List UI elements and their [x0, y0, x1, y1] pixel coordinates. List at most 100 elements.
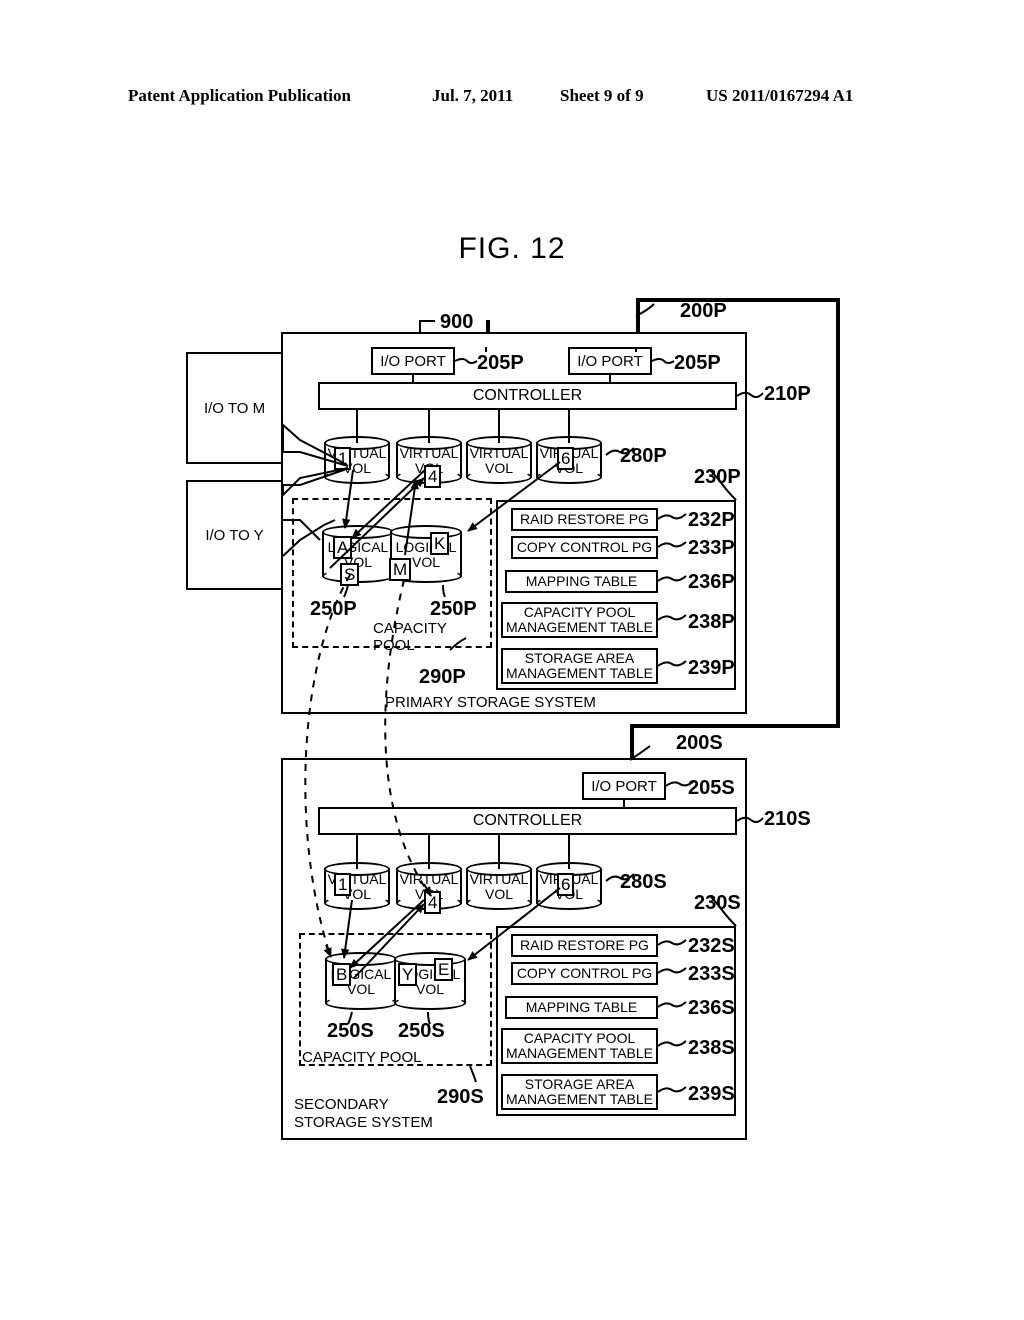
ss-line2: STORAGE SYSTEM: [294, 1114, 433, 1131]
patent-number: US 2011/0167294 A1: [706, 86, 854, 105]
vv-line2: VOL: [484, 460, 513, 477]
secondary-table-copy-control-ref: 233S: [688, 963, 735, 985]
primary-table-capacity-pool-mgmt-ref: 238P: [688, 611, 735, 633]
secondary-table-capacity-pool-mgmt[interactable]: CAPACITY POOL MANAGEMENT TABLE: [501, 1028, 658, 1064]
secondary-controller-ref: 210S: [764, 808, 811, 830]
primary-io-port-2-ref: 205P: [674, 352, 721, 374]
secondary-table-raid-restore-ref: 232S: [688, 935, 735, 957]
secondary-table-raid-restore-label: RAID RESTORE PG: [520, 937, 649, 953]
lv-line2: VOL: [415, 981, 444, 998]
host-io-to-m-label: I/O TO M: [203, 399, 266, 417]
primary-table-capacity-pool-mgmt[interactable]: CAPACITY POOL MANAGEMENT TABLE: [501, 602, 658, 638]
primary-controller[interactable]: CONTROLLER: [318, 382, 737, 410]
primary-table-storage-area-mgmt-ref: 239P: [688, 657, 735, 679]
primary-io-port-2-label: I/O PORT: [577, 352, 643, 370]
secondary-logical-vol-2-tag-y: Y: [398, 963, 418, 986]
secondary-memory-ref: 230S: [694, 892, 741, 914]
secondary-controller-label: CONTROLLER: [472, 812, 583, 829]
secondary-table-raid-restore[interactable]: RAID RESTORE PG: [511, 934, 658, 957]
primary-system-label: PRIMARY STORAGE SYSTEM: [385, 694, 596, 711]
primary-virtual-vol-1-tag: 1: [334, 447, 352, 470]
vv-line1: VIRTUAL: [399, 445, 459, 462]
vv-line2: VOL: [484, 886, 513, 903]
primary-table-mapping-label: MAPPING TABLE: [525, 573, 638, 589]
secondary-table-capacity-pool-mgmt-line1: CAPACITY POOL: [523, 1030, 636, 1046]
cylinder-bottom: [325, 996, 397, 1010]
secondary-virtual-vol-4-tag: 6: [557, 873, 575, 896]
primary-table-storage-area-mgmt-line1: STORAGE AREA: [524, 650, 635, 666]
primary-io-port-1-ref: 205P: [477, 352, 524, 374]
primary-table-mapping[interactable]: MAPPING TABLE: [505, 570, 658, 593]
secondary-table-storage-area-mgmt-line2: MANAGEMENT TABLE: [505, 1091, 654, 1107]
primary-table-raid-restore-ref: 232P: [688, 509, 735, 531]
primary-table-capacity-pool-mgmt-line2: MANAGEMENT TABLE: [505, 619, 654, 635]
secondary-io-port-1-ref: 205S: [688, 777, 735, 799]
primary-system-ref: 200P: [680, 300, 727, 322]
primary-table-raid-restore[interactable]: RAID RESTORE PG: [511, 508, 658, 531]
secondary-table-copy-control-label: COPY CONTROL PG: [516, 965, 653, 981]
vv-line1: VIRTUAL: [399, 871, 459, 888]
secondary-system-ref: 200S: [676, 732, 723, 754]
primary-io-port-1[interactable]: I/O PORT: [371, 347, 455, 375]
primary-logical-vol-2-tag-k: K: [430, 532, 450, 555]
primary-virtual-vol-3-label: VIRTUAL VOL: [466, 446, 532, 476]
primary-io-port-1-label: I/O PORT: [380, 352, 446, 370]
secondary-logical-vol-1-tag-b: B: [332, 963, 352, 986]
network-bus-top: [636, 298, 840, 302]
secondary-table-mapping-ref: 236S: [688, 997, 735, 1019]
primary-table-copy-control[interactable]: COPY CONTROL PG: [511, 536, 658, 559]
secondary-capacity-pool-label: CAPACITY POOL: [302, 1049, 422, 1066]
primary-io-port-2[interactable]: I/O PORT: [568, 347, 652, 375]
secondary-virtual-vols-ref: 280S: [620, 871, 667, 893]
secondary-logical-vol-1-ref: 250S: [327, 1020, 374, 1042]
primary-table-mapping-ref: 236P: [688, 571, 735, 593]
primary-memory-ref: 230P: [694, 466, 741, 488]
sheet-number: Sheet 9 of 9: [560, 86, 644, 105]
primary-virtual-vol-3[interactable]: VIRTUAL VOL: [466, 436, 532, 484]
primary-table-raid-restore-label: RAID RESTORE PG: [520, 511, 649, 527]
host-io-to-m[interactable]: I/O TO M: [186, 352, 283, 464]
secondary-io-port-1[interactable]: I/O PORT: [582, 772, 666, 800]
network-bus-bottom: [630, 724, 840, 728]
cp-line2: POOL: [373, 637, 415, 654]
secondary-io-port-1-label: I/O PORT: [591, 777, 657, 795]
host-io-to-y[interactable]: I/O TO Y: [186, 480, 283, 590]
secondary-table-mapping-label: MAPPING TABLE: [525, 999, 638, 1015]
primary-virtual-vol-4-tag: 6: [557, 447, 575, 470]
primary-logical-vol-1-tag-a: A: [333, 536, 353, 559]
host-io-to-y-label: I/O TO Y: [205, 526, 264, 544]
secondary-table-capacity-pool-mgmt-ref: 238S: [688, 1037, 735, 1059]
secondary-virtual-vol-3-label: VIRTUAL VOL: [466, 872, 532, 902]
primary-logical-vol-2-tag-m: M: [389, 558, 412, 581]
secondary-virtual-vol-2-tag: 4: [424, 891, 442, 914]
vv-line1: VIRTUAL: [469, 871, 529, 888]
primary-controller-ref: 210P: [764, 383, 811, 405]
primary-virtual-vols-ref: 280P: [620, 445, 667, 467]
secondary-table-capacity-pool-mgmt-line2: MANAGEMENT TABLE: [505, 1045, 654, 1061]
primary-table-storage-area-mgmt[interactable]: STORAGE AREA MANAGEMENT TABLE: [501, 648, 658, 684]
lv-line2: VOL: [411, 554, 440, 571]
secondary-table-storage-area-mgmt[interactable]: STORAGE AREA MANAGEMENT TABLE: [501, 1074, 658, 1110]
publication-label: Patent Application Publication: [128, 86, 351, 105]
primary-capacity-pool-ref: 290P: [419, 666, 466, 688]
secondary-logical-vol-2-tag-e: E: [434, 958, 454, 981]
cp-line1: CAPACITY: [373, 620, 447, 637]
network-bus-right: [836, 298, 840, 728]
secondary-table-storage-area-mgmt-ref: 239S: [688, 1083, 735, 1105]
secondary-table-mapping[interactable]: MAPPING TABLE: [505, 996, 658, 1019]
ss-line1: SECONDARY: [294, 1096, 389, 1113]
secondary-controller[interactable]: CONTROLLER: [318, 807, 737, 835]
cylinder-bottom: [394, 996, 466, 1010]
publication-date: Jul. 7, 2011: [432, 86, 514, 105]
primary-logical-vol-2-ref: 250P: [430, 598, 477, 620]
network-ref: 900: [440, 311, 474, 333]
secondary-table-copy-control[interactable]: COPY CONTROL PG: [511, 962, 658, 985]
secondary-virtual-vol-3[interactable]: VIRTUAL VOL: [466, 862, 532, 910]
secondary-system-label: SECONDARY STORAGE SYSTEM: [294, 1096, 433, 1132]
secondary-table-storage-area-mgmt-line1: STORAGE AREA: [524, 1076, 635, 1092]
primary-table-capacity-pool-mgmt-line1: CAPACITY POOL: [523, 604, 636, 620]
primary-table-storage-area-mgmt-line2: MANAGEMENT TABLE: [505, 665, 654, 681]
primary-virtual-vol-2-tag: 4: [424, 465, 442, 488]
primary-table-copy-control-label: COPY CONTROL PG: [516, 539, 653, 555]
cylinder-top: [390, 525, 462, 539]
